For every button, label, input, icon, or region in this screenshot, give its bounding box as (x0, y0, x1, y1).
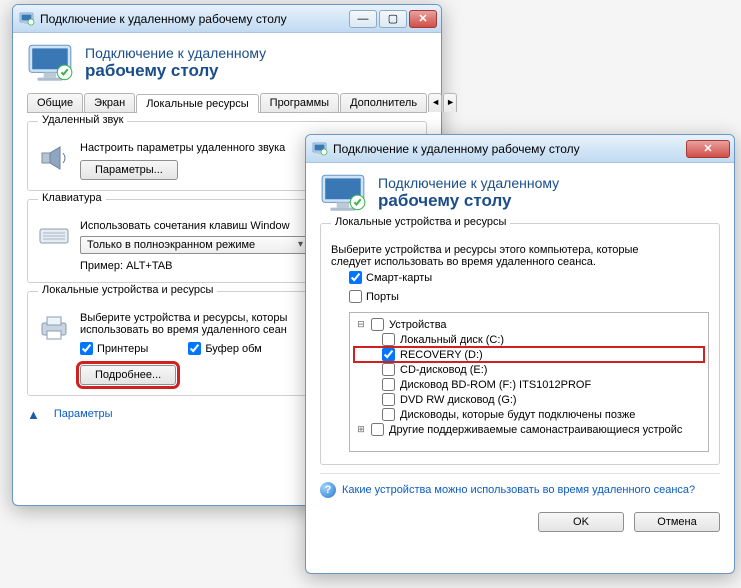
tab-display[interactable]: Экран (84, 93, 135, 112)
printers-checkbox[interactable]: Принтеры (80, 342, 148, 355)
local-devices-legend: Локальные устройства и ресурсы (38, 284, 217, 296)
close-button[interactable]: ✕ (409, 10, 437, 28)
smartcards-checkbox[interactable]: Смарт-карты (349, 271, 432, 284)
minimize-button[interactable]: — (349, 10, 377, 28)
printer-icon (38, 312, 70, 344)
brand-line2: рабочему столу (85, 61, 266, 81)
tree-item-dvdrw-g[interactable]: DVD RW дисковод (G:) (354, 392, 704, 407)
tree-item-bdrom-f[interactable]: Дисковод BD-ROM (F:) ITS1012PROF (354, 377, 704, 392)
speaker-icon (38, 142, 70, 174)
collapse-icon[interactable]: ⊟ (354, 319, 368, 330)
window-title: Подключение к удаленному рабочему столу (333, 142, 684, 156)
keyboard-icon (38, 220, 70, 252)
tab-strip: Общие Экран Локальные ресурсы Программы … (27, 93, 427, 113)
rdc-icon (19, 11, 35, 27)
branding: Подключение к удаленному рабочему столу (320, 173, 720, 213)
rdc-icon (312, 141, 328, 157)
keyboard-mode-dropdown[interactable]: Только в полноэкранном режиме (80, 236, 310, 254)
rdc-logo-icon (320, 173, 368, 213)
titlebar[interactable]: Подключение к удаленному рабочему столу … (13, 5, 441, 33)
tree-item-cd-e[interactable]: CD-дисковод (E:) (354, 362, 704, 377)
titlebar[interactable]: Подключение к удаленному рабочему столу … (306, 135, 734, 163)
devices-tree[interactable]: ⊟ Устройства Локальный диск (C:) RECOVER… (349, 312, 709, 452)
tab-scroll-right[interactable]: ► (443, 93, 457, 112)
tree-root-other-pnp[interactable]: ⊞ Другие поддерживаемые самонастраивающи… (354, 422, 704, 437)
tab-local-resources[interactable]: Локальные ресурсы (136, 94, 258, 113)
more-devices-button[interactable]: Подробнее... (80, 365, 176, 385)
ok-button[interactable]: OK (538, 512, 624, 532)
tab-programs[interactable]: Программы (260, 93, 339, 112)
tab-scroll-left[interactable]: ◄ (428, 93, 442, 112)
devices-resources-group: Локальные устройства и ресурсы Выберите … (320, 223, 720, 465)
rdc-logo-icon (27, 43, 75, 83)
audio-settings-button[interactable]: Параметры... (80, 160, 178, 180)
ports-checkbox[interactable]: Порты (349, 290, 399, 303)
brand-line1: Подключение к удаленному (378, 175, 559, 191)
close-button[interactable]: ✕ (686, 140, 730, 158)
collapse-arrow-icon: ▲ (27, 407, 40, 422)
tab-general[interactable]: Общие (27, 93, 83, 112)
tree-root-devices[interactable]: ⊟ Устройства (354, 317, 704, 332)
keyboard-legend: Клавиатура (38, 192, 106, 204)
devices-text2: следует использовать во время удаленного… (331, 256, 709, 268)
options-toggle[interactable]: Параметры (54, 408, 113, 420)
brand-line1: Подключение к удаленному (85, 45, 266, 61)
branding: Подключение к удаленному рабочему столу (27, 43, 427, 83)
tree-item-recovery-d[interactable]: RECOVERY (D:) (354, 347, 704, 362)
brand-line2: рабочему столу (378, 191, 559, 211)
help-link[interactable]: Какие устройства можно использовать во в… (342, 484, 695, 496)
help-icon: ? (320, 482, 336, 498)
expand-icon[interactable]: ⊞ (354, 424, 368, 435)
maximize-button[interactable]: ▢ (379, 10, 407, 28)
devices-resources-legend: Локальные устройства и ресурсы (331, 216, 510, 228)
devices-text1: Выберите устройства и ресурсы этого комп… (331, 244, 709, 256)
tree-item-local-disk-c[interactable]: Локальный диск (C:) (354, 332, 704, 347)
remote-audio-legend: Удаленный звук (38, 114, 127, 126)
cancel-button[interactable]: Отмена (634, 512, 720, 532)
tab-additional[interactable]: Дополнитель (340, 93, 427, 112)
clipboard-checkbox[interactable]: Буфер обм (188, 342, 261, 355)
help-row: ? Какие устройства можно использовать во… (320, 473, 720, 498)
tree-item-future-drives[interactable]: Дисководы, которые будут подключены позж… (354, 407, 704, 422)
rdc-devices-dialog: Подключение к удаленному рабочему столу … (305, 134, 735, 574)
window-title: Подключение к удаленному рабочему столу (40, 12, 347, 26)
